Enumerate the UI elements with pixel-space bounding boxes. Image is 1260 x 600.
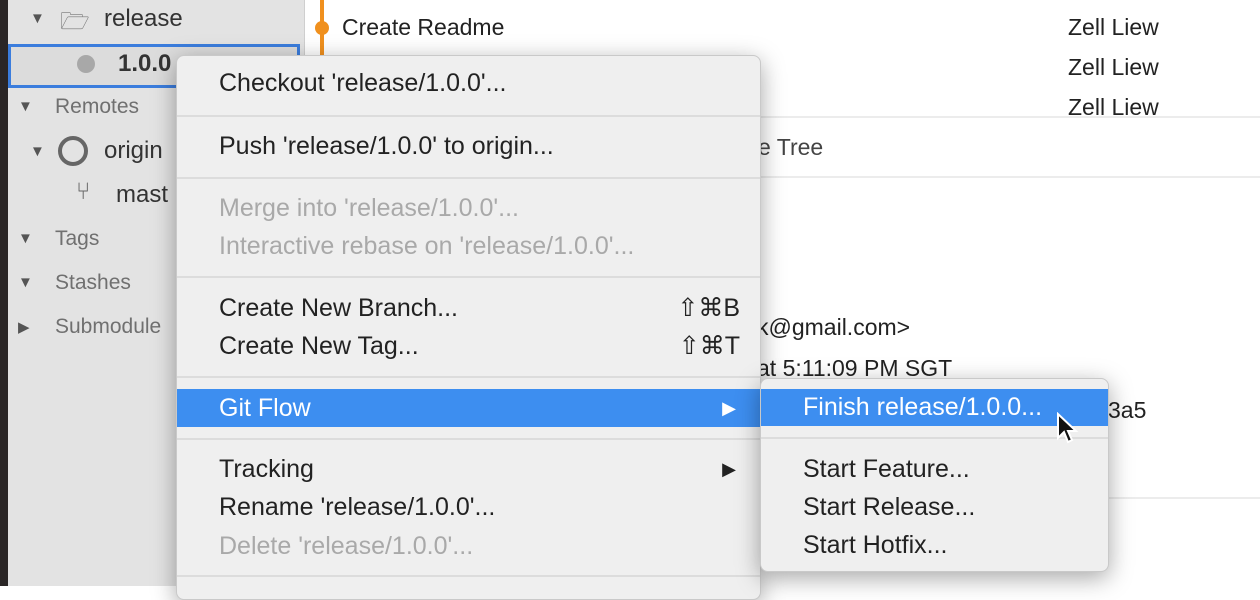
shortcut-label: ⇧⌘B — [677, 294, 740, 322]
disclosure-triangle-icon[interactable]: ▼ — [30, 10, 45, 27]
branch-label: 1.0.0 — [118, 50, 172, 77]
menu-label: Tracking — [219, 455, 314, 483]
menu-separator — [177, 115, 760, 117]
folder-icon: 🗁 — [60, 8, 90, 35]
menu-item-start-hotfix[interactable]: Start Hotfix... — [761, 526, 1108, 564]
section-remotes[interactable]: Remotes — [55, 95, 139, 119]
menu-label: Finish release/1.0.0... — [803, 393, 1043, 421]
mouse-cursor-icon — [1057, 412, 1079, 444]
branch-icon: ⑂ — [76, 178, 91, 205]
git-flow-submenu: Finish release/1.0.0... Start Feature...… — [760, 378, 1109, 572]
commit-graph-dot — [315, 21, 329, 35]
menu-label: Create New Branch... — [219, 294, 458, 322]
window-edge — [0, 0, 8, 586]
sidebar-item-master[interactable]: mast — [116, 181, 168, 209]
menu-separator — [177, 575, 760, 577]
disclosure-triangle-icon[interactable]: ▼ — [18, 98, 33, 115]
sidebar-item-release-folder[interactable]: release — [104, 5, 183, 33]
commit-author[interactable]: Zell Liew — [1068, 14, 1159, 41]
menu-label: Merge into 'release/1.0.0'... — [219, 194, 519, 222]
menu-item-start-feature[interactable]: Start Feature... — [761, 450, 1108, 488]
submenu-arrow-icon: ▶ — [722, 459, 736, 479]
menu-separator — [177, 438, 760, 440]
menu-label: Checkout 'release/1.0.0'... — [219, 69, 507, 97]
menu-label: Delete 'release/1.0.0'... — [219, 532, 474, 560]
section-tags[interactable]: Tags — [55, 227, 99, 251]
menu-item-git-flow[interactable]: Git Flow ▶ — [177, 389, 760, 427]
disclosure-triangle-icon[interactable]: ▼ — [18, 230, 33, 247]
disclosure-triangle-icon[interactable]: ▼ — [30, 143, 45, 160]
menu-item-tracking[interactable]: Tracking ▶ — [177, 450, 760, 488]
menu-label: Create New Tag... — [219, 332, 419, 360]
menu-label: Git Flow — [219, 394, 311, 422]
shortcut-label: ⇧⌘T — [678, 332, 740, 360]
disclosure-triangle-icon[interactable]: ▼ — [18, 274, 33, 291]
menu-item-interactive-rebase: Interactive rebase on 'release/1.0.0'... — [177, 227, 760, 265]
commit-hash: 3a5 — [1108, 397, 1147, 423]
menu-label: Start Hotfix... — [803, 531, 948, 559]
branch-dot-icon — [77, 55, 95, 73]
commit-subject: e Tree — [758, 134, 824, 160]
menu-label: Start Release... — [803, 493, 976, 521]
menu-separator — [177, 177, 760, 179]
menu-item-create-tag[interactable]: Create New Tag... ⇧⌘T — [177, 327, 760, 365]
menu-item-delete: Delete 'release/1.0.0'... — [177, 527, 760, 565]
commit-message[interactable]: Create Readme — [342, 14, 504, 41]
menu-item-push[interactable]: Push 'release/1.0.0' to origin... — [177, 127, 760, 165]
disclosure-triangle-icon[interactable]: ▶ — [18, 318, 30, 336]
sidebar-item-origin[interactable]: origin — [104, 137, 163, 165]
github-icon — [58, 136, 88, 166]
menu-label: Interactive rebase on 'release/1.0.0'... — [219, 232, 635, 260]
menu-label: Push 'release/1.0.0' to origin... — [219, 132, 554, 160]
section-submodules[interactable]: Submodule — [55, 315, 161, 339]
menu-item-checkout[interactable]: Checkout 'release/1.0.0'... — [177, 64, 760, 102]
author-email: k@gmail.com> — [757, 314, 911, 340]
menu-separator — [177, 376, 760, 378]
submenu-arrow-icon: ▶ — [722, 398, 736, 418]
menu-item-create-branch[interactable]: Create New Branch... ⇧⌘B — [177, 289, 760, 327]
menu-separator — [177, 276, 760, 278]
context-menu: Checkout 'release/1.0.0'... Push 'releas… — [176, 55, 761, 600]
menu-label: Rename 'release/1.0.0'... — [219, 493, 496, 521]
menu-item-merge: Merge into 'release/1.0.0'... — [177, 189, 760, 227]
menu-item-start-release[interactable]: Start Release... — [761, 488, 1108, 526]
commit-author[interactable]: Zell Liew — [1068, 54, 1159, 81]
menu-label: Start Feature... — [803, 455, 970, 483]
section-stashes[interactable]: Stashes — [55, 271, 131, 295]
menu-item-rename[interactable]: Rename 'release/1.0.0'... — [177, 488, 760, 526]
